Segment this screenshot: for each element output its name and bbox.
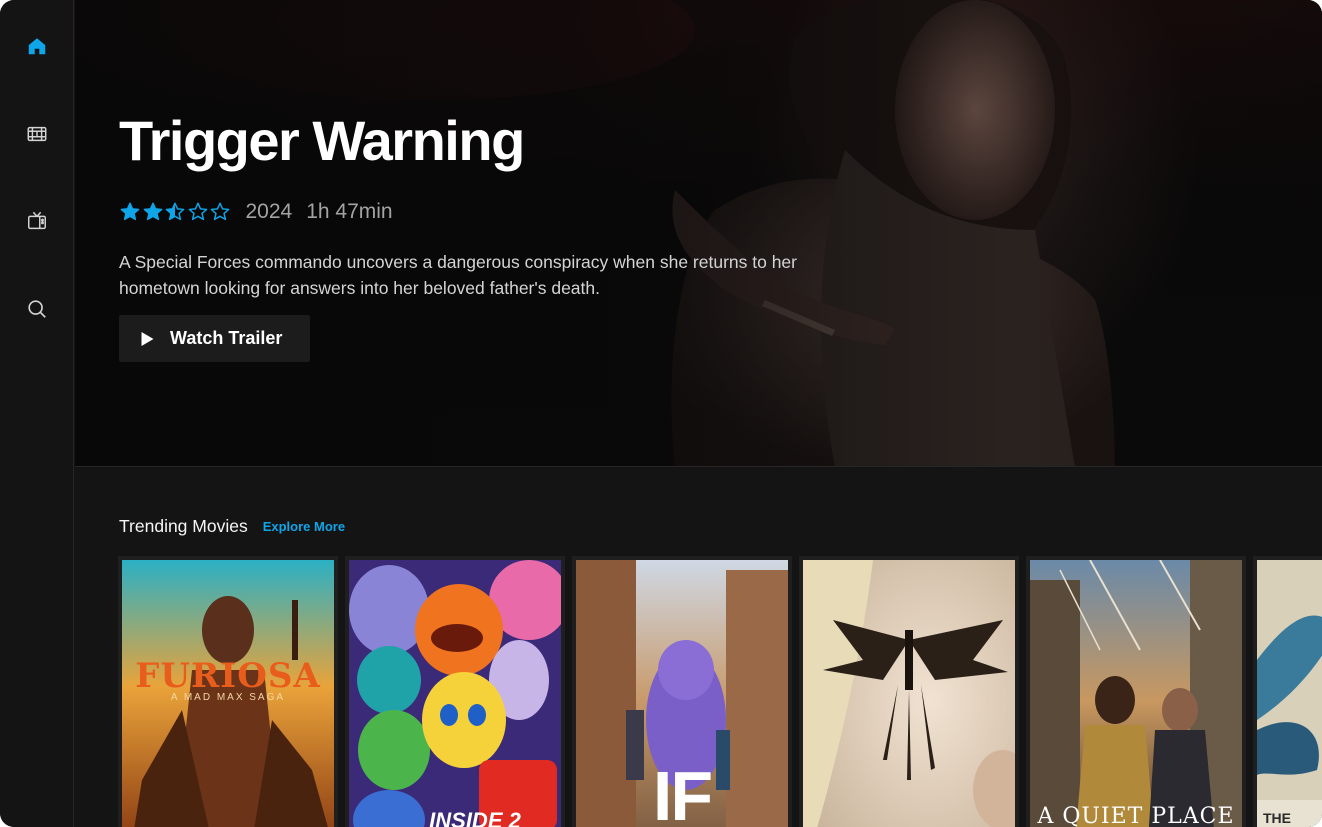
hero-title: Trigger Warning [119, 109, 525, 172]
star-empty-icon [210, 202, 230, 221]
poster-title: A QUIET PLACE [1037, 804, 1235, 827]
tv-icon [28, 211, 46, 230]
movie-poster [803, 560, 1015, 827]
star-full-icon [120, 202, 140, 221]
poster-art [1257, 560, 1322, 827]
film-icon [27, 126, 47, 142]
sidebar-item-movies[interactable] [17, 114, 57, 154]
poster-art [1030, 560, 1242, 827]
movie-poster: THE [1257, 560, 1322, 827]
rating-stars [119, 201, 232, 223]
movie-poster: FURIOSA A MAD MAX SAGA [122, 560, 334, 827]
poster-title: IF [652, 757, 713, 827]
sidebar-item-home[interactable] [17, 26, 57, 66]
watch-trailer-label: Watch Trailer [170, 328, 283, 348]
app-window: Trigger Warning 2024 1h 47min A Special … [0, 0, 1322, 827]
trending-movies-row: FURIOSA A MAD MAX SAGA INSIDE 2 IF A QUI… [118, 556, 1322, 827]
play-icon [141, 331, 154, 346]
watch-trailer-button[interactable]: Watch Trailer [119, 315, 310, 362]
hero-gradient-overlay [75, 0, 1322, 466]
release-year: 2024 [245, 200, 293, 223]
star-half-icon [165, 202, 185, 221]
movie-poster: A QUIET PLACE [1030, 560, 1242, 827]
movie-card[interactable]: IF [572, 556, 792, 827]
poster-art [349, 560, 561, 827]
hero-meta: 2024 1h 47min [119, 198, 393, 226]
poster-title: FURIOSA [135, 656, 321, 696]
movie-card[interactable] [799, 556, 1019, 827]
section-title: Trending Movies [119, 515, 248, 536]
home-icon [28, 38, 46, 55]
movie-poster: INSIDE 2 [349, 560, 561, 827]
star-empty-icon [188, 202, 207, 221]
movie-card[interactable]: THE [1253, 556, 1322, 827]
hero-description: A Special Forces commando uncovers a dan… [119, 252, 797, 298]
trending-header: Trending Movies Explore More [119, 514, 345, 538]
poster-title: INSIDE 2 [429, 808, 521, 827]
movie-card[interactable]: INSIDE 2 [345, 556, 565, 827]
hero-banner: Trigger Warning 2024 1h 47min A Special … [75, 0, 1322, 467]
poster-art [803, 560, 1015, 827]
sidebar-item-search[interactable] [17, 289, 57, 329]
search-icon [28, 300, 46, 318]
sidebar-item-tv[interactable] [17, 201, 57, 241]
explore-more-link[interactable]: Explore More [263, 519, 345, 534]
runtime: 1h 47min [306, 200, 393, 223]
movie-card[interactable]: A QUIET PLACE [1026, 556, 1246, 827]
star-full-icon [143, 202, 162, 221]
poster-subtitle: A MAD MAX SAGA [170, 692, 286, 703]
movie-poster: IF [576, 560, 788, 827]
movie-card[interactable]: FURIOSA A MAD MAX SAGA [118, 556, 338, 827]
poster-title: THE [1263, 810, 1291, 826]
sidebar [0, 0, 74, 827]
